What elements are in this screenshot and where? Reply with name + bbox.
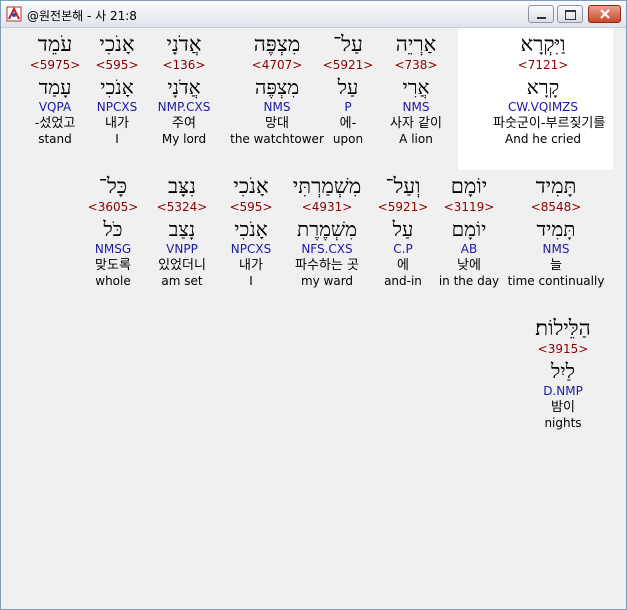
hebrew-lemma: תָּמִיד bbox=[536, 217, 576, 241]
bible-app-icon bbox=[6, 6, 22, 22]
morphology-code: NMS bbox=[542, 242, 570, 256]
hebrew-word: תָּמִיד bbox=[535, 174, 577, 198]
morphology-code: VQPA bbox=[38, 100, 72, 114]
strong-number: <7121> bbox=[517, 58, 569, 72]
hebrew-word: עֹמֵד bbox=[37, 32, 73, 56]
word-cell[interactable]: תָּמִיד <8548> תָּמִיד NMS 늘 time continually bbox=[506, 174, 606, 288]
strong-number: <5975> bbox=[29, 58, 81, 72]
maximize-icon bbox=[565, 10, 576, 20]
english-gloss: stand bbox=[38, 132, 72, 146]
hebrew-word: כָּל־ bbox=[98, 174, 128, 198]
hebrew-word: הַלֵּילוֹת׃ bbox=[535, 316, 591, 340]
word-cell[interactable]: וַיִּקְרָא <7121> קָרָא CW.VQIMZS 파숫군이-부르짖기를… bbox=[493, 32, 606, 146]
korean-gloss: 늘 bbox=[550, 258, 562, 273]
hebrew-lemma: קָרָא bbox=[526, 75, 560, 99]
hebrew-word: וַיִּקְרָא bbox=[520, 32, 566, 56]
english-gloss: time continually bbox=[507, 274, 605, 288]
maximize-button[interactable] bbox=[557, 5, 583, 23]
korean-gloss: 밤이 bbox=[551, 400, 575, 415]
hebrew-lemma: עָמַד bbox=[38, 75, 72, 99]
minimize-icon bbox=[537, 17, 546, 19]
morphology-code: NMS bbox=[263, 100, 291, 114]
word-cell[interactable]: כָּל־ <3605> כֹּל NMSG 맞도록 whole bbox=[63, 174, 163, 288]
close-icon bbox=[600, 9, 610, 19]
hebrew-lemma: כֹּל bbox=[103, 217, 123, 241]
english-gloss: nights bbox=[544, 416, 582, 430]
word-cell[interactable]: עֹמֵד <5975> עָמַד VQPA -섰었고 stand bbox=[5, 32, 105, 146]
strong-number: <3915> bbox=[537, 342, 589, 356]
strong-number: <8548> bbox=[530, 200, 582, 214]
hebrew-lemma: לַיִל bbox=[551, 359, 575, 383]
korean-gloss: 맞도록 bbox=[95, 258, 131, 273]
english-gloss: the watchtower bbox=[230, 132, 324, 146]
strong-number: <3605> bbox=[87, 200, 139, 214]
close-button[interactable] bbox=[588, 5, 621, 23]
word-cell[interactable]: מִצְפֶּה <4707> מִצְפֶּה NMS 망대 the watchtowe… bbox=[227, 32, 327, 146]
interlinear-view: וַיִּקְרָא <7121> קָרָא CW.VQIMZS 파숫군이-부르짖기를… bbox=[3, 28, 624, 607]
title-bar[interactable]: @원전본해 - 사 21:8 bbox=[1, 1, 626, 28]
english-gloss: And he cried bbox=[505, 132, 581, 146]
window-title: @원전본해 - 사 21:8 bbox=[27, 9, 137, 23]
strong-number: <4707> bbox=[251, 58, 303, 72]
word-cell[interactable]: הַלֵּילוֹת׃ <3915> לַיִל D.NMP 밤이 nights bbox=[513, 316, 613, 430]
korean-gloss: 파숫군이-부르짖기를 bbox=[493, 116, 606, 131]
korean-gloss: -섰었고 bbox=[34, 116, 76, 131]
morphology-code: D.NMP bbox=[543, 384, 583, 398]
minimize-button[interactable] bbox=[528, 5, 554, 23]
korean-gloss: 망대 bbox=[265, 116, 289, 131]
morphology-code: NMSG bbox=[94, 242, 132, 256]
hebrew-word: מִצְפֶּה bbox=[253, 32, 301, 56]
english-gloss: whole bbox=[95, 274, 131, 288]
hebrew-lemma: מִצְפֶּה bbox=[254, 75, 300, 99]
app-window: @원전본해 - 사 21:8 וַיִּקְרָא <7121> קָרָא CW.V… bbox=[0, 0, 627, 610]
morphology-code: CW.VQIMZS bbox=[507, 100, 579, 114]
